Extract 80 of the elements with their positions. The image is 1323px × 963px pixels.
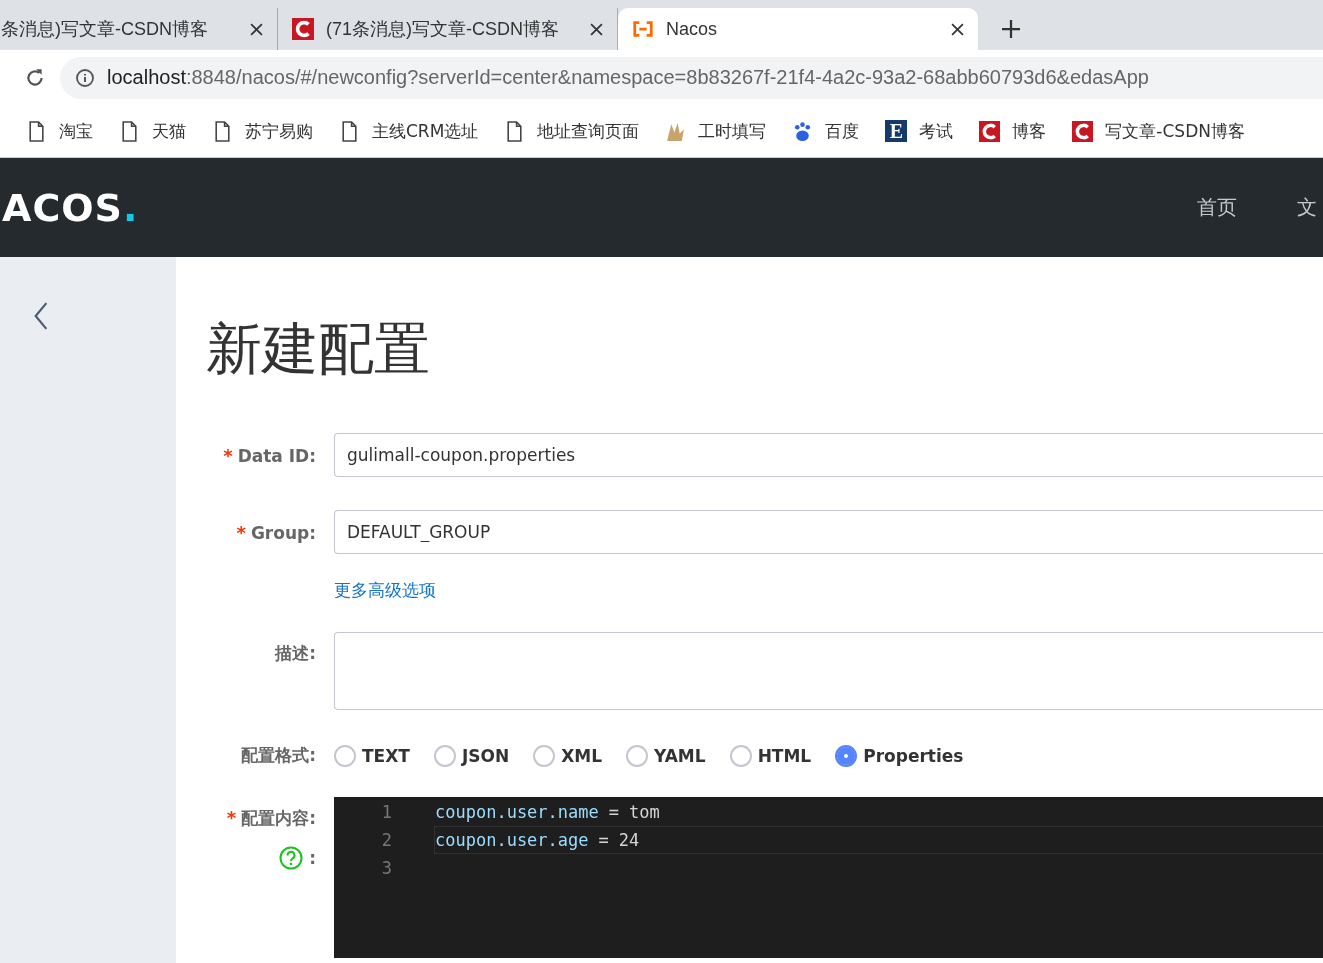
- radio-circle[interactable]: [626, 744, 649, 767]
- bookmark-label: 百度: [825, 119, 860, 143]
- field-label: 配置格式:: [241, 745, 316, 765]
- colon-text: :: [309, 848, 316, 868]
- logo: ACOS.: [2, 185, 139, 230]
- letter-logo-icon: E: [885, 120, 908, 142]
- bookmark-label: 苏宁易购: [245, 119, 313, 143]
- radio-circle[interactable]: [334, 744, 356, 767]
- bookmark-label: 主线CRM选址: [372, 119, 479, 143]
- info-icon[interactable]: [75, 67, 95, 88]
- c-logo-icon: [1072, 120, 1094, 142]
- reload-icon[interactable]: [24, 66, 46, 89]
- bookmark-label: 工时填写: [698, 119, 767, 143]
- line-number: 1: [380, 802, 392, 822]
- line-number: 2: [380, 830, 392, 850]
- close-icon[interactable]: [590, 22, 603, 36]
- format-radio[interactable]: XML: [533, 744, 603, 767]
- close-icon[interactable]: [951, 22, 964, 36]
- bookmark[interactable]: E 考试: [885, 119, 954, 143]
- browser-tab[interactable]: (71条消息)写文章-CSDN博客: [278, 8, 618, 50]
- bookmark-label: 地址查询页面: [537, 119, 640, 143]
- field-label: Data ID:: [237, 445, 316, 466]
- new-tab-icon[interactable]: [1002, 20, 1020, 38]
- required-mark: *: [223, 444, 233, 466]
- code-line: coupon.user.name = tom: [434, 801, 661, 824]
- field-label: 配置内容:: [241, 808, 316, 828]
- bookmark[interactable]: 写文章-CSDN博客: [1072, 119, 1245, 143]
- page-icon: [26, 120, 47, 142]
- required-mark: *: [226, 807, 237, 828]
- bookmark-label: 天猫: [152, 119, 186, 143]
- radio-circle[interactable]: [729, 744, 752, 767]
- browser-tab[interactable]: 条消息)写文章-CSDN博客: [0, 8, 278, 50]
- required-mark: *: [236, 521, 246, 543]
- sketch-icon: [665, 120, 687, 142]
- bookmark-label: 博客: [1012, 119, 1047, 143]
- page-icon: [119, 120, 140, 142]
- bookmark[interactable]: 工时填写: [665, 119, 767, 143]
- radio-circle[interactable]: [835, 744, 858, 767]
- address-bar[interactable]: localhost:8848/nacos/#/newconfig?serverId=center&namespace=8b83267f-21f4-4a2c-93a2-68abb60793d6&edasApp: [60, 56, 1323, 99]
- nav-link[interactable]: 首页: [1197, 194, 1237, 221]
- page-title: 新建配置: [206, 315, 431, 383]
- input-field[interactable]: DEFAULT_GROUP: [334, 510, 1323, 554]
- close-icon[interactable]: [250, 22, 263, 36]
- tab-title: Nacos: [666, 18, 719, 40]
- c-logo-icon: [292, 18, 314, 40]
- tab-title: 条消息)写文章-CSDN博客: [1, 18, 209, 41]
- bookmark[interactable]: 主线CRM选址: [339, 119, 479, 143]
- code-editor[interactable]: 1 coupon.user.name = tom 2 coupon.user.age = 24 3: [334, 797, 1323, 958]
- format-radio[interactable]: JSON: [433, 744, 510, 767]
- bookmark-label: 淘宝: [59, 119, 93, 143]
- browser-tab[interactable]: Nacos: [618, 8, 978, 50]
- format-radio[interactable]: YAML: [626, 744, 706, 767]
- bookmark[interactable]: 苏宁易购: [212, 119, 313, 143]
- radio-circle[interactable]: [433, 744, 456, 767]
- input-field[interactable]: gulimall-coupon.properties: [334, 433, 1323, 477]
- bookmark[interactable]: 百度: [792, 119, 860, 143]
- format-radio[interactable]: HTML: [729, 744, 812, 767]
- page-icon: [339, 120, 360, 142]
- bookmark-label: 写文章-CSDN博客: [1105, 119, 1245, 143]
- bracket-logo-icon: [632, 18, 654, 40]
- field-label: 描述:: [275, 643, 316, 663]
- radio-circle[interactable]: [533, 744, 556, 767]
- bookmark[interactable]: 淘宝: [26, 119, 93, 143]
- bookmark[interactable]: 地址查询页面: [504, 119, 640, 143]
- advanced-options-link[interactable]: 更多高级选项: [334, 579, 436, 602]
- page-icon: [212, 120, 233, 142]
- c-logo-icon: [979, 120, 1001, 142]
- bookmark[interactable]: 博客: [979, 119, 1047, 143]
- bookmark[interactable]: 天猫: [119, 119, 186, 143]
- format-radio[interactable]: TEXT: [334, 744, 410, 767]
- field-label: Group:: [250, 522, 316, 543]
- line-number: 3: [380, 858, 392, 878]
- format-radio[interactable]: Properties: [835, 744, 964, 767]
- url-text: localhost:8848/nacos/#/newconfig?serverId=center&namespace=8b83267f-21f4-4a2c-93a2-68abb60793d6&edasApp: [107, 66, 1149, 89]
- description-field[interactable]: [334, 632, 1323, 710]
- active-code-line: coupon.user.age = 24: [434, 826, 1323, 854]
- tab-title: (71条消息)写文章-CSDN博客: [326, 18, 560, 41]
- bookmark-label: 考试: [919, 119, 954, 143]
- help-icon[interactable]: [279, 846, 304, 870]
- nav-link[interactable]: 文: [1297, 194, 1317, 221]
